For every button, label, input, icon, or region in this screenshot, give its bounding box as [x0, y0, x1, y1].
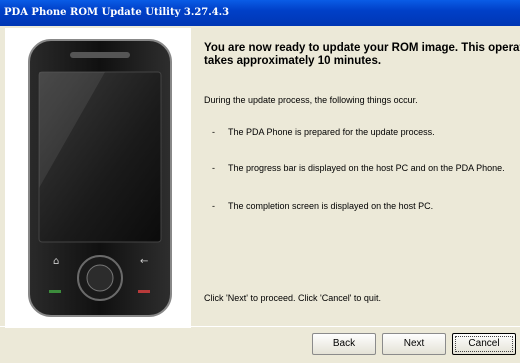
- bullet-marker: -: [212, 127, 215, 137]
- cancel-button-label: Cancel: [468, 338, 500, 349]
- pda-phone-image: ⌂ ←: [28, 39, 172, 317]
- bullet-text: The completion screen is displayed on th…: [228, 201, 434, 211]
- rom-update-dialog: PDA Phone ROM Update Utility 3.27.4.3 ⌂ …: [0, 0, 520, 363]
- window-title: PDA Phone ROM Update Utility 3.27.4.3: [4, 7, 230, 18]
- divider: [0, 326, 520, 327]
- instruction-text: Click 'Next' to proceed. Click 'Cancel' …: [204, 293, 381, 303]
- next-button[interactable]: Next: [382, 333, 446, 355]
- next-button-label: Next: [403, 338, 425, 349]
- bullet-marker: -: [212, 163, 215, 173]
- svg-text:←: ←: [140, 256, 148, 267]
- cancel-button[interactable]: Cancel: [452, 333, 516, 355]
- list-item: - The progress bar is displayed on the h…: [204, 163, 520, 175]
- heading-line-2: takes approximately 10 minutes.: [204, 55, 382, 67]
- bullet-marker: -: [212, 201, 215, 211]
- back-button[interactable]: Back: [312, 333, 376, 355]
- title-bar[interactable]: PDA Phone ROM Update Utility 3.27.4.3: [0, 0, 520, 26]
- list-item: - The PDA Phone is prepared for the upda…: [204, 127, 520, 139]
- back-button-label: Back: [332, 338, 356, 349]
- svg-text:⌂: ⌂: [53, 256, 59, 267]
- intro-text: During the update process, the following…: [204, 95, 418, 105]
- heading-line-1: You are now ready to update your ROM ima…: [204, 42, 520, 54]
- instructions-area: You are now ready to update your ROM ima…: [204, 42, 520, 68]
- list-item: - The completion screen is displayed on …: [204, 201, 520, 213]
- bullet-text: The PDA Phone is prepared for the update…: [228, 127, 435, 137]
- bullet-text: The progress bar is displayed on the hos…: [228, 163, 505, 173]
- device-image-panel: ⌂ ←: [5, 28, 191, 328]
